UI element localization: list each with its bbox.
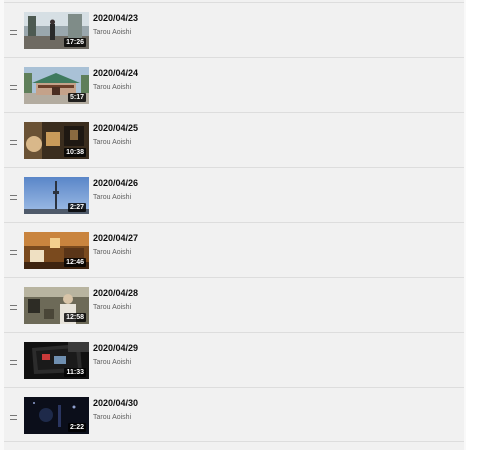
drag-handle-icon[interactable] (10, 360, 17, 365)
channel-name[interactable]: Tarou Aoishi (93, 304, 131, 311)
drag-handle-icon[interactable] (10, 195, 17, 200)
playlist-panel: 17:26 2020/04/23 Tarou Aoishi 5:17 2020/… (4, 0, 464, 450)
video-thumbnail[interactable]: 17:26 (24, 12, 89, 49)
video-title[interactable]: 2020/04/27 (93, 233, 138, 243)
video-thumbnail[interactable]: 10:38 (24, 122, 89, 159)
video-thumbnail[interactable]: 12:58 (24, 287, 89, 324)
playlist-item[interactable]: 17:26 2020/04/23 Tarou Aoishi (4, 2, 464, 57)
duration-badge: 11:33 (64, 368, 86, 377)
channel-name[interactable]: Tarou Aoishi (93, 139, 131, 146)
video-title[interactable]: 2020/04/24 (93, 68, 138, 78)
video-title[interactable]: 2020/04/29 (93, 343, 138, 353)
playlist-item[interactable]: 12:46 2020/04/27 Tarou Aoishi (4, 222, 464, 277)
channel-name[interactable]: Tarou Aoishi (93, 359, 131, 366)
video-title[interactable]: 2020/04/26 (93, 178, 138, 188)
video-thumbnail[interactable]: 11:33 (24, 342, 89, 379)
channel-name[interactable]: Tarou Aoishi (93, 29, 131, 36)
video-thumbnail[interactable]: 2:22 (24, 397, 89, 434)
drag-handle-icon[interactable] (10, 250, 17, 255)
playlist-item[interactable]: 11:33 2020/04/29 Tarou Aoishi (4, 332, 464, 387)
video-thumbnail[interactable]: 2:27 (24, 177, 89, 214)
drag-handle-icon[interactable] (10, 30, 17, 35)
duration-badge: 12:46 (64, 258, 86, 267)
drag-handle-icon[interactable] (10, 415, 17, 420)
channel-name[interactable]: Tarou Aoishi (93, 249, 131, 256)
duration-badge: 2:22 (67, 423, 86, 432)
channel-name[interactable]: Tarou Aoishi (93, 194, 131, 201)
drag-handle-icon[interactable] (10, 305, 17, 310)
video-thumbnail[interactable]: 5:17 (24, 67, 89, 104)
channel-name[interactable]: Tarou Aoishi (93, 414, 131, 421)
video-title[interactable]: 2020/04/28 (93, 288, 138, 298)
video-thumbnail[interactable]: 12:46 (24, 232, 89, 269)
duration-badge: 10:38 (64, 148, 86, 157)
playlist-item[interactable]: 2:22 2020/04/30 Tarou Aoishi (4, 387, 464, 442)
channel-name[interactable]: Tarou Aoishi (93, 84, 131, 91)
drag-handle-icon[interactable] (10, 85, 17, 90)
playlist-item[interactable]: 5:17 2020/04/24 Tarou Aoishi (4, 57, 464, 112)
video-title[interactable]: 2020/04/30 (93, 398, 138, 408)
playlist-item[interactable]: 12:58 2020/04/28 Tarou Aoishi (4, 277, 464, 332)
video-title[interactable]: 2020/04/25 (93, 123, 138, 133)
duration-badge: 2:27 (67, 203, 86, 212)
duration-badge: 17:26 (64, 38, 86, 47)
duration-badge: 12:58 (64, 313, 86, 322)
playlist-item[interactable]: 10:38 2020/04/25 Tarou Aoishi (4, 112, 464, 167)
video-title[interactable]: 2020/04/23 (93, 13, 138, 23)
duration-badge: 5:17 (67, 93, 86, 102)
drag-handle-icon[interactable] (10, 140, 17, 145)
scrollbar-track[interactable] (466, 0, 480, 450)
playlist-item[interactable]: 2:27 2020/04/26 Tarou Aoishi (4, 167, 464, 222)
